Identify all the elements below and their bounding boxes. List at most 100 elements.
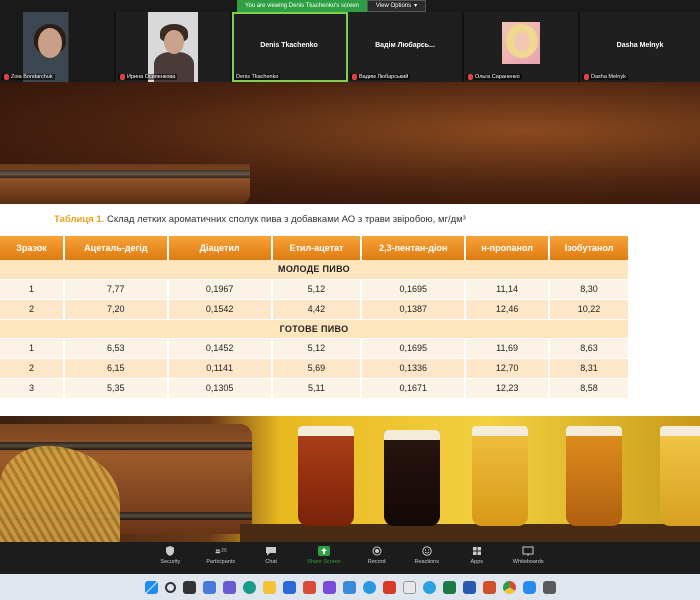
- table-cell: 5,11: [271, 378, 363, 399]
- column-header: н-пропанол: [465, 236, 551, 260]
- column-header: 2,3-пентан-діон: [361, 236, 467, 260]
- participant-tile[interactable]: Zoia Bondarchuk: [0, 12, 116, 82]
- smiley-icon: [421, 546, 433, 556]
- table-cell: 0,1967: [167, 279, 273, 300]
- table-cell: 7,77: [63, 279, 169, 300]
- apps-icon: [471, 546, 483, 556]
- section-label: ГОТОВЕ ПИВО: [0, 319, 630, 339]
- table-cell: 8,58: [549, 378, 630, 399]
- table-cell: 4,42: [271, 299, 363, 320]
- barrel-image: [0, 164, 250, 204]
- security-label: Security: [160, 559, 181, 565]
- mic-off-icon: [584, 74, 589, 80]
- windows-start-icon[interactable]: [144, 580, 158, 594]
- participants-strip: Zoia Bondarchuk Ирина Осипенкова Denis T…: [0, 12, 700, 82]
- chat-button[interactable]: Chat: [257, 546, 285, 574]
- excel-icon[interactable]: [442, 580, 456, 594]
- column-header: Зразок: [0, 236, 65, 260]
- share-screen-button[interactable]: Share Screen: [307, 546, 341, 574]
- table-cell: 0,1336: [361, 358, 467, 379]
- table-cell: 0,1542: [167, 299, 273, 320]
- participants-count: 26: [221, 548, 227, 554]
- media-icon[interactable]: [322, 580, 336, 594]
- table-cell: 5,69: [271, 358, 363, 379]
- table-cell: 7,20: [63, 299, 169, 320]
- whiteboard-icon: [522, 546, 534, 556]
- participant-nametag: Dasha Melnyk: [582, 74, 628, 80]
- skype-icon[interactable]: [362, 580, 376, 594]
- app-icon[interactable]: [542, 580, 556, 594]
- participant-name: Dasha Melnyk: [591, 74, 626, 80]
- table-cell: 8,63: [549, 338, 630, 359]
- table-cell: 11,14: [465, 279, 551, 300]
- store-icon[interactable]: [282, 580, 296, 594]
- table-cell: 12,70: [465, 358, 551, 379]
- view-options-button[interactable]: View Options ▾: [366, 0, 427, 12]
- table-cell: 5,12: [271, 279, 363, 300]
- participant-tile-active-speaker[interactable]: Denis Tkachenko Denis Tkachenko: [232, 12, 348, 82]
- participant-nametag: Вадим Любарський: [350, 74, 411, 80]
- task-view-icon[interactable]: [182, 580, 196, 594]
- view-options-label: View Options: [375, 3, 412, 9]
- chevron-down-icon: ▾: [414, 3, 418, 9]
- viewing-banner: You are viewing Denis Tkachenko's screen…: [237, 0, 427, 12]
- record-button[interactable]: Record: [363, 546, 391, 574]
- table-cell: 10,22: [549, 299, 630, 320]
- participant-tile[interactable]: Dasha Melnyk Dasha Melnyk: [580, 12, 700, 82]
- mail-icon[interactable]: [302, 580, 316, 594]
- table-cell: 5,35: [63, 378, 169, 399]
- chat-app-icon[interactable]: [222, 580, 236, 594]
- record-label: Record: [367, 559, 386, 565]
- word-icon[interactable]: [462, 580, 476, 594]
- participant-tile[interactable]: Ирина Осипенкова: [116, 12, 232, 82]
- telegram-icon[interactable]: [422, 580, 436, 594]
- participant-big-name: Dasha Melnyk: [616, 42, 664, 49]
- participant-nametag: Denis Tkachenko: [234, 74, 281, 80]
- table-cell: 11,69: [465, 338, 551, 359]
- table-cell: 12,23: [465, 378, 551, 399]
- participant-big-name: Вадім Любарсь...: [375, 42, 435, 49]
- section-label: МОЛОДЕ ПИВО: [0, 260, 630, 280]
- beer-glass-image: [298, 426, 354, 526]
- mic-off-icon: [352, 74, 357, 80]
- apps-button[interactable]: Apps: [463, 546, 491, 574]
- table-cell: 0,1387: [361, 299, 467, 320]
- app-icon[interactable]: [402, 580, 416, 594]
- participant-tile[interactable]: Ольга Сараненко: [464, 12, 580, 82]
- edge-icon[interactable]: [242, 580, 256, 594]
- table-cell: 12,46: [465, 299, 551, 320]
- powerpoint-icon[interactable]: [482, 580, 496, 594]
- table-cell: 2: [0, 299, 65, 320]
- zoom-meeting-window: You are viewing Denis Tkachenko's screen…: [0, 0, 700, 600]
- table-row: 1 6,53 0,1452 5,12 0,1695 11,69 8,63: [0, 338, 630, 359]
- table-cell: 0,1695: [361, 279, 467, 300]
- search-icon[interactable]: [164, 581, 176, 593]
- pdf-icon[interactable]: [382, 580, 396, 594]
- table-cell: 0,1305: [167, 378, 273, 399]
- column-header: Ізобутанол: [549, 236, 630, 260]
- participants-label: Participants: [206, 559, 236, 565]
- participants-button[interactable]: 26 Participants: [206, 546, 235, 574]
- participants-icon: 26: [215, 546, 227, 556]
- chrome-icon[interactable]: [502, 580, 516, 594]
- table-row: 2 7,20 0,1542 4,42 0,1387 12,46 10,22: [0, 299, 630, 320]
- chat-label: Chat: [265, 559, 277, 565]
- table-cell: 0,1141: [167, 358, 273, 379]
- participant-tile[interactable]: Вадім Любарсь... Вадим Любарський: [348, 12, 464, 82]
- media-player-icon[interactable]: [342, 580, 356, 594]
- table-cell: 8,31: [549, 358, 630, 379]
- widgets-icon[interactable]: [202, 580, 216, 594]
- table-cell: 2: [0, 358, 65, 379]
- participant-name: Ольга Сараненко: [475, 74, 520, 80]
- bar-counter-image: [240, 524, 700, 542]
- file-explorer-icon[interactable]: [262, 580, 276, 594]
- zoom-icon[interactable]: [522, 580, 536, 594]
- beer-glass-image: [566, 426, 622, 526]
- mic-off-icon: [120, 74, 125, 80]
- mic-off-icon: [468, 74, 473, 80]
- reactions-button[interactable]: Reactions: [413, 546, 441, 574]
- security-button[interactable]: Security: [156, 546, 184, 574]
- apps-label: Apps: [470, 559, 484, 565]
- table-cell: 0,1695: [361, 338, 467, 359]
- whiteboards-button[interactable]: Whiteboards: [513, 546, 544, 574]
